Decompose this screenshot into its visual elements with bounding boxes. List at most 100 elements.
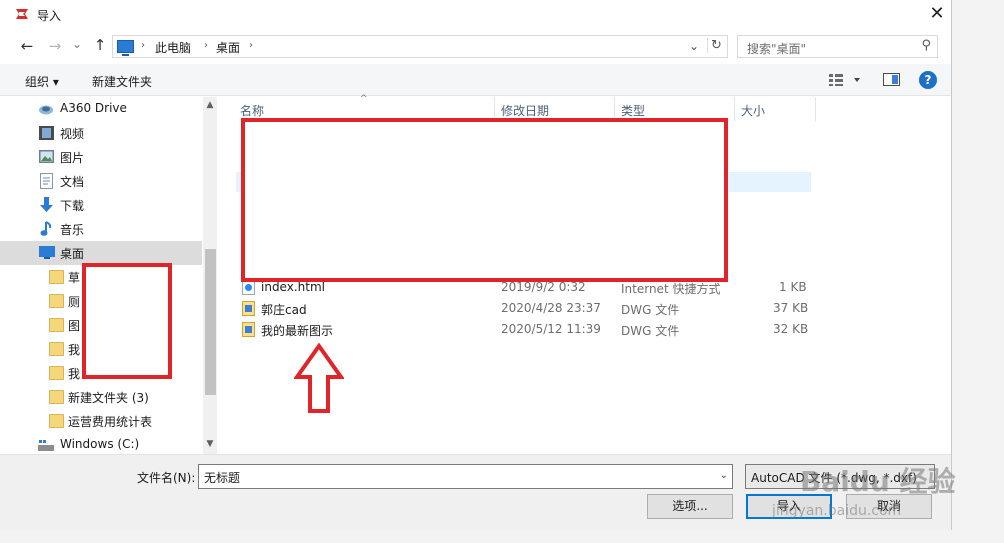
scrollbar-thumb[interactable]: [205, 249, 216, 395]
address-bar[interactable]: › 此电脑 › 桌面 › ⌄ ↻: [112, 35, 728, 58]
sidebar-item-videos[interactable]: 视频: [0, 121, 202, 145]
preview-pane-icon[interactable]: [883, 73, 900, 86]
annotation-redbox-files: [241, 118, 728, 282]
file-date: 2020/4/28 23:37: [501, 301, 601, 315]
sidebar-item-label: 图: [68, 319, 81, 333]
annotation-redbox-sidebar: [82, 263, 172, 379]
view-options-icon[interactable]: [829, 74, 865, 86]
file-size: 1 KB: [779, 280, 807, 294]
options-button[interactable]: 选项...: [647, 494, 733, 519]
file-size: 37 KB: [773, 301, 809, 315]
back-button[interactable]: ←: [18, 37, 36, 55]
sidebar-item-label: 运营费用统计表: [68, 415, 153, 429]
folder-icon: [49, 270, 64, 284]
filename-input[interactable]: 无标题 ⌄: [198, 464, 733, 489]
search-placeholder: 搜索"桌面": [747, 42, 807, 56]
sort-ascending-icon: ^: [360, 94, 368, 104]
folder-icon: [49, 342, 64, 356]
file-type: DWG 文件: [621, 303, 680, 317]
picture-icon: [39, 150, 54, 163]
sidebar-item-a360-drive[interactable]: A360 Drive: [0, 97, 202, 121]
help-icon[interactable]: ?: [919, 71, 937, 89]
navigation-scrollbar[interactable]: ▲ ▼: [203, 97, 217, 454]
sidebar-item-label: A360 Drive: [60, 101, 127, 115]
watermark-brand: Baidu 经验: [800, 465, 956, 498]
table-row[interactable]: 我的最新图示 2020/5/12 11:39 DWG 文件 32 KB: [218, 319, 818, 340]
forward-button[interactable]: →: [46, 37, 64, 55]
file-type: Internet 快捷方式: [621, 282, 721, 296]
table-row[interactable]: 郭庄cad 2020/4/28 23:37 DWG 文件 37 KB: [218, 298, 818, 319]
desktop-icon: [39, 246, 55, 259]
sidebar-item-new-folder-3[interactable]: 新建文件夹 (3): [0, 385, 202, 409]
sidebar-item-label: 下载: [60, 199, 85, 213]
cloud-drive-icon: [39, 105, 53, 115]
filename-value: 无标题: [204, 471, 241, 485]
document-icon: [40, 173, 53, 189]
folder-icon: [49, 294, 64, 308]
chevron-right-icon: ›: [141, 40, 145, 51]
sidebar-item-label: 新建文件夹 (3): [68, 391, 149, 405]
column-header-type[interactable]: 类型: [621, 102, 645, 119]
filename-label: 文件名(N):: [137, 471, 196, 485]
scroll-up-arrow-icon[interactable]: ▲: [203, 100, 217, 110]
folder-icon: [49, 414, 64, 428]
search-input[interactable]: 搜索"桌面" ⚲: [737, 35, 938, 58]
recent-locations-button[interactable]: ⌄: [68, 37, 86, 51]
internet-shortcut-icon: [242, 280, 255, 295]
file-name: index.html: [261, 280, 325, 294]
title-bar: 导入 ✕: [0, 0, 951, 30]
sidebar-item-documents[interactable]: 文档: [0, 169, 202, 193]
up-button[interactable]: ↑: [91, 36, 109, 54]
column-divider: [734, 97, 735, 121]
column-header-size[interactable]: 大小: [741, 102, 765, 119]
chevron-down-icon[interactable]: ⌄: [720, 470, 728, 481]
breadcrumb-this-pc[interactable]: 此电脑: [155, 39, 191, 56]
dwg-file-icon: [242, 301, 255, 316]
column-divider: [815, 97, 816, 121]
background-window-edge-bottom: [0, 530, 1004, 543]
dwg-file-icon: [242, 322, 255, 337]
watermark-url: jingyan.baidu.com: [772, 503, 902, 519]
file-name: 我的最新图示: [261, 324, 334, 338]
sidebar-item-label: 草: [68, 271, 81, 285]
music-icon: [40, 221, 52, 236]
organize-menu[interactable]: 组织 ▾: [25, 73, 59, 90]
new-folder-button[interactable]: 新建文件夹: [92, 73, 152, 90]
background-window-edge: [951, 0, 1004, 543]
address-dropdown-icon[interactable]: ⌄: [689, 39, 699, 53]
scroll-down-arrow-icon[interactable]: ▼: [203, 439, 217, 449]
column-header-date[interactable]: 修改日期: [501, 102, 549, 119]
annotation-arrow-up-icon: [294, 343, 344, 413]
column-header-name[interactable]: 名称: [240, 102, 264, 119]
breadcrumb-desktop[interactable]: 桌面: [216, 39, 240, 56]
sidebar-item-label: 桌面: [60, 247, 85, 261]
file-name: 郭庄cad: [261, 303, 307, 317]
sidebar-item-label: 厕: [68, 295, 81, 309]
sidebar-item-expense-sheet[interactable]: 运营费用统计表: [0, 409, 202, 433]
file-date: 2019/9/2 0:32: [501, 280, 586, 294]
sidebar-item-label: 音乐: [60, 223, 85, 237]
sidebar-item-label: 视频: [60, 127, 85, 141]
chevron-right-icon: ›: [249, 40, 253, 51]
drive-icon: [38, 440, 54, 451]
sidebar-item-label: 我: [68, 343, 81, 357]
sidebar-item-pictures[interactable]: 图片: [0, 145, 202, 169]
refresh-button[interactable]: ↻: [707, 38, 722, 53]
sidebar-item-label: 图片: [60, 151, 85, 165]
folder-icon: [49, 366, 64, 380]
chevron-right-icon: ›: [204, 40, 208, 51]
file-date: 2020/5/12 11:39: [501, 322, 601, 336]
search-icon[interactable]: ⚲: [921, 38, 931, 53]
this-pc-icon: [117, 40, 134, 56]
sidebar-item-desktop[interactable]: 桌面: [0, 241, 202, 265]
command-toolbar: 组织 ▾ 新建文件夹 ?: [0, 64, 951, 96]
close-button[interactable]: ✕: [928, 4, 946, 24]
sidebar-item-music[interactable]: 音乐: [0, 217, 202, 241]
download-icon: [40, 197, 53, 212]
sidebar-item-label: 文档: [60, 175, 85, 189]
window-title: 导入: [37, 9, 62, 23]
file-type: DWG 文件: [621, 324, 680, 338]
folder-icon: [49, 390, 64, 404]
video-icon: [39, 126, 54, 140]
sidebar-item-downloads[interactable]: 下载: [0, 193, 202, 217]
